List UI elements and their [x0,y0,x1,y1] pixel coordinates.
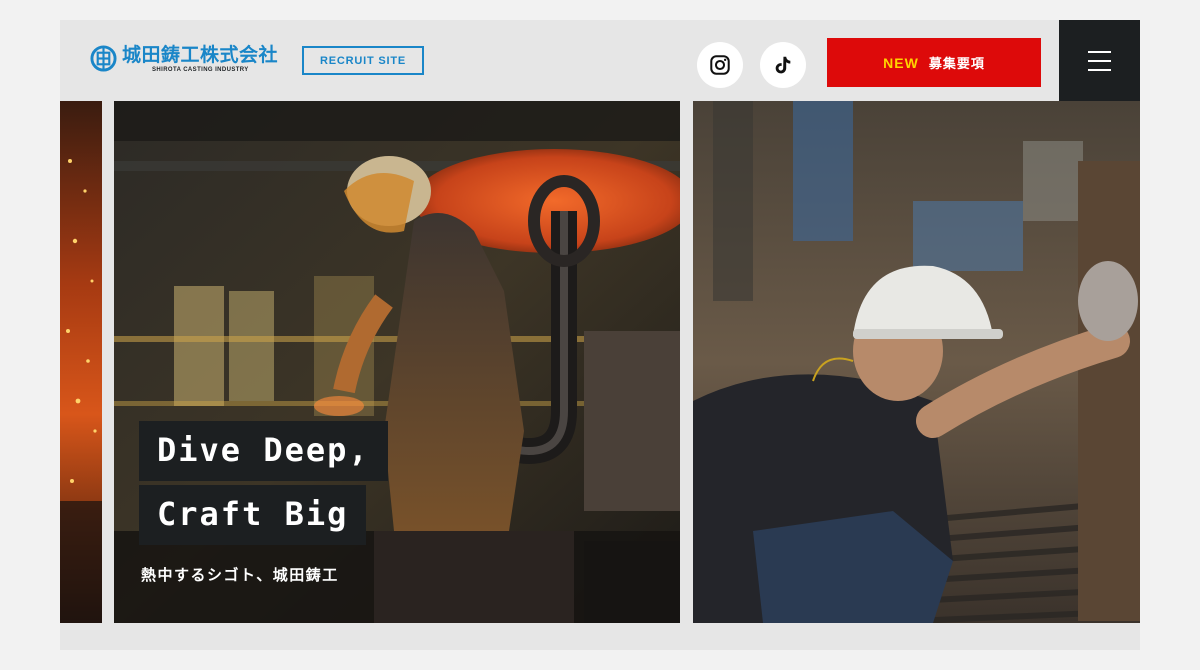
slide-image-next[interactable] [693,101,1140,623]
page-frame: 城田鋳工株式会社 SHIROTA CASTING INDUSTRY RECRUI… [60,20,1140,650]
site-header: 城田鋳工株式会社 SHIROTA CASTING INDUSTRY RECRUI… [60,20,1140,101]
new-badge: NEW [883,54,919,71]
hero-headline-line2: Craft Big [139,485,367,545]
slide-image-previous[interactable] [60,101,102,623]
tiktok-icon [775,56,791,74]
logo-mark-icon [90,45,117,72]
hero-catchcopy: Dive Deep, Craft Big [139,421,388,545]
job-listing-button[interactable]: NEW 募集要項 [827,38,1041,87]
hamburger-menu-icon [1088,50,1111,53]
menu-button[interactable] [1059,20,1140,101]
hero-headline-line1: Dive Deep, [139,421,388,481]
logo-subtitle: SHIROTA CASTING INDUSTRY [152,67,249,73]
instagram-icon [710,55,730,75]
sparks-photo-icon [60,101,102,623]
recruit-site-button[interactable]: RECRUIT SITE [302,46,424,75]
slide-image-main[interactable]: Dive Deep, Craft Big 熱中するシゴト、城田鋳工 [114,101,680,623]
logo-name: 城田鋳工株式会社 [122,44,279,66]
helmet-worker-photo-icon [693,101,1140,623]
hero-subcopy: 熱中するシゴト、城田鋳工 [141,566,339,584]
logo-texts: 城田鋳工株式会社 SHIROTA CASTING INDUSTRY [122,44,278,73]
tiktok-button[interactable] [760,42,806,88]
job-listing-label: 募集要項 [928,57,985,72]
company-logo[interactable]: 城田鋳工株式会社 SHIROTA CASTING INDUSTRY [90,44,290,78]
instagram-button[interactable] [697,42,743,88]
